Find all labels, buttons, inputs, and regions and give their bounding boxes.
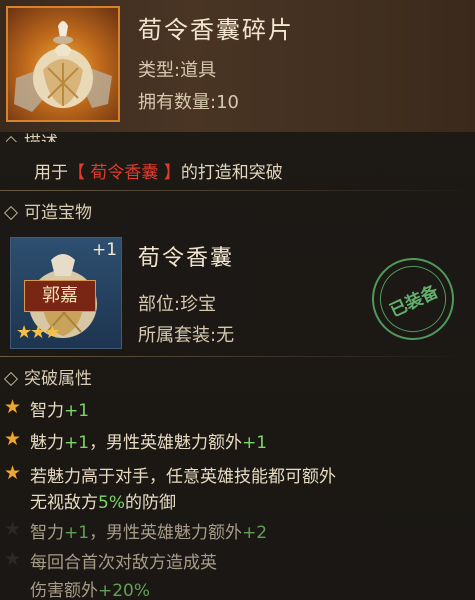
attribute-bonus-value: +1 xyxy=(64,433,90,453)
attribute-bonus-value: +1 xyxy=(64,523,90,543)
divider xyxy=(0,356,475,357)
attribute-bonus-value: +1 xyxy=(64,401,90,421)
breakthrough-attribute-row: 无视敌方5%的防御 xyxy=(30,488,176,513)
attribute-text: 的防御 xyxy=(124,493,176,513)
breakthrough-attribute-row: ★ 每回合首次对敌方造成英 xyxy=(4,548,217,573)
breakthrough-attribute-row: ★ 魅力+1，男性英雄魅力额外+1 xyxy=(4,428,268,453)
item-type: 类型:道具 xyxy=(138,60,217,81)
attribute-bonus-value: 5% xyxy=(98,493,125,513)
description-prefix: 用于 xyxy=(34,163,68,183)
attribute-text: 魅力 xyxy=(30,433,64,453)
craftable-item-name: 荀令香囊 xyxy=(138,246,235,271)
item-title: 荀令香囊碎片 xyxy=(138,16,294,44)
attribute-text: ，男性英雄魅力额外 xyxy=(89,433,243,453)
attribute-text: 伤害额外 xyxy=(30,581,98,600)
star-active-icon: ★ xyxy=(4,428,22,450)
attribute-text: 智力 xyxy=(30,401,64,421)
description-text: 用于【 荀令香囊 】的打造和突破 xyxy=(34,158,283,183)
attribute-bonus-value: +20% xyxy=(98,581,151,600)
attribute-text: 每回合首次对敌方造成英 xyxy=(30,553,217,573)
attribute-text: 智力 xyxy=(30,523,64,543)
breakthrough-attribute-row: 伤害额外+20% xyxy=(30,576,150,600)
diamond-bullet-icon xyxy=(6,135,19,142)
sachet-fragment-icon xyxy=(14,21,112,112)
attribute-bonus-value: +1 xyxy=(242,433,268,453)
item-owned-count: 拥有数量:10 xyxy=(138,92,239,113)
breakthrough-section-label: 突破属性 xyxy=(3,364,92,389)
description-highlight[interactable]: 【 荀令香囊 】 xyxy=(68,163,181,183)
item-tooltip-panel: 荀令香囊碎片 类型:道具 拥有数量:10 描述 用于【 荀令香囊 】的打造和突破… xyxy=(0,0,475,600)
item-icon-frame xyxy=(6,6,120,122)
description-label-text: 描述 xyxy=(24,133,58,142)
diamond-bullet-icon xyxy=(3,371,19,387)
craftable-item-set: 所属套装:无 xyxy=(138,325,235,346)
equipped-stamp: 已装备 xyxy=(358,244,468,354)
description-suffix: 的打造和突破 xyxy=(180,163,283,183)
star-active-icon: ★ xyxy=(4,396,22,418)
craftable-section-label: 可造宝物 xyxy=(3,198,92,223)
hero-name-tag: 郭嘉 xyxy=(24,280,96,312)
star-locked-icon: ★ xyxy=(4,548,22,570)
divider xyxy=(0,190,475,191)
breakthrough-label-text: 突破属性 xyxy=(24,369,92,389)
craftable-label-text: 可造宝物 xyxy=(24,203,92,223)
attribute-bonus-value: +2 xyxy=(242,523,268,543)
star-locked-icon: ★ xyxy=(4,518,22,540)
description-section-label: 描述 xyxy=(6,128,58,142)
craftable-item-part: 部位:珍宝 xyxy=(138,294,217,315)
attribute-text: 若魅力高于对手，任意英雄技能都可额外 xyxy=(30,467,336,487)
star-active-icon: ★ xyxy=(4,462,22,484)
diamond-bullet-icon xyxy=(3,205,19,221)
attribute-text: 无视敌方 xyxy=(30,493,98,513)
attribute-text: ，男性英雄魅力额外 xyxy=(89,523,243,543)
breakthrough-attribute-row: ★ 智力+1，男性英雄魅力额外+2 xyxy=(4,518,268,543)
breakthrough-attribute-row: ★ 智力+1 xyxy=(4,396,90,421)
breakthrough-attribute-row: ★ 若魅力高于对手，任意英雄技能都可额外 xyxy=(4,462,336,487)
item-plus-level: +1 xyxy=(92,240,118,260)
item-star-rating: ★★★ xyxy=(16,322,60,343)
item-header: 荀令香囊碎片 类型:道具 拥有数量:10 xyxy=(0,0,475,132)
